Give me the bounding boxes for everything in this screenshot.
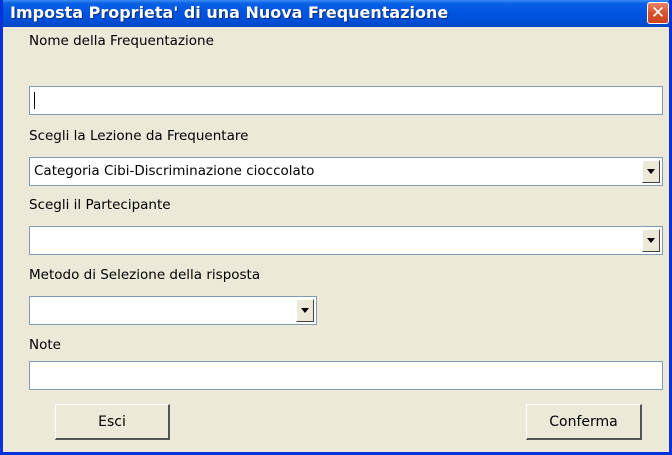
title-bar[interactable]: Imposta Proprieta' di una Nuova Frequent… — [3, 0, 669, 27]
text-caret — [34, 92, 35, 109]
chevron-down-icon — [301, 308, 309, 313]
name-input[interactable] — [29, 86, 663, 115]
notes-input[interactable] — [29, 361, 663, 390]
participant-select[interactable] — [29, 226, 663, 255]
close-icon: ✕ — [650, 3, 666, 23]
method-dropdown-button[interactable] — [296, 299, 314, 322]
lesson-select[interactable]: Categoria Cibi-Discriminazione cioccolat… — [29, 157, 663, 186]
chevron-down-icon — [647, 238, 655, 243]
confirm-button[interactable]: Conferma — [526, 404, 642, 440]
name-label: Nome della Frequentazione — [29, 33, 214, 49]
method-select[interactable] — [29, 296, 317, 325]
notes-label: Note — [29, 337, 61, 353]
participant-label: Scegli il Partecipante — [29, 197, 171, 213]
lesson-dropdown-button[interactable] — [642, 160, 660, 183]
exit-button[interactable]: Esci — [55, 404, 170, 440]
chevron-down-icon — [647, 169, 655, 174]
window-title: Imposta Proprieta' di una Nuova Frequent… — [10, 3, 449, 22]
lesson-label: Scegli la Lezione da Frequentare — [29, 128, 249, 144]
lesson-select-value: Categoria Cibi-Discriminazione cioccolat… — [34, 163, 315, 179]
method-label: Metodo di Selezione della risposta — [29, 267, 261, 283]
dialog-window: Imposta Proprieta' di una Nuova Frequent… — [0, 0, 672, 455]
close-button[interactable]: ✕ — [647, 2, 669, 24]
participant-dropdown-button[interactable] — [642, 229, 660, 252]
